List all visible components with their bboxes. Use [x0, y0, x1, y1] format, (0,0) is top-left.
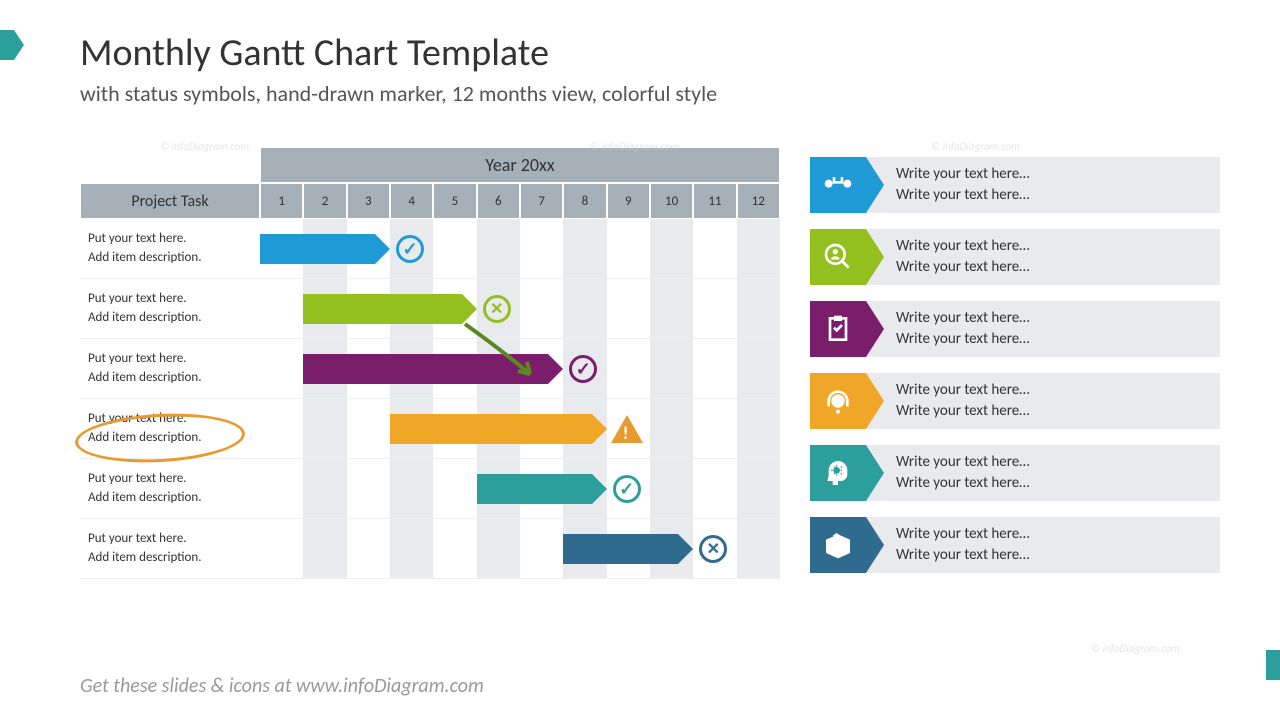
task-row: Put your text here.Add item description. — [80, 459, 780, 519]
month-cell: 6 — [477, 183, 520, 219]
status-warn-icon — [612, 414, 642, 444]
status-x-icon — [698, 534, 728, 564]
slide-title: Monthly Gantt Chart Template — [80, 30, 1220, 76]
month-cell: 1 — [260, 183, 303, 219]
status-check-icon — [612, 474, 642, 504]
watermark: © infoDiagram.com — [590, 140, 679, 153]
month-cell: 9 — [607, 183, 650, 219]
legend-item: Write your text here…Write your text her… — [810, 301, 1220, 357]
month-cell: 3 — [347, 183, 390, 219]
legend-line: Write your text here… — [896, 401, 1204, 422]
hand-drawn-arrow — [460, 319, 550, 394]
legend-line: Write your text here… — [896, 236, 1204, 257]
month-cell: 2 — [303, 183, 346, 219]
headset-icon — [810, 373, 866, 429]
legend: Write your text here…Write your text her… — [810, 157, 1220, 579]
gantt-chart: Project Task Year 20xx 123456789101112 P… — [80, 147, 780, 579]
legend-item: Write your text here…Write your text her… — [810, 517, 1220, 573]
year-header: Year 20xx — [260, 147, 780, 183]
watermark: © infoDiagram.com — [160, 140, 249, 153]
task-row: Put your text here.Add item description. — [80, 339, 780, 399]
legend-item: Write your text here…Write your text her… — [810, 229, 1220, 285]
task-label: Put your text here. — [88, 530, 252, 548]
legend-line: Write your text here… — [896, 185, 1204, 206]
task-desc: Add item description. — [88, 549, 252, 567]
legend-line: Write your text here… — [896, 164, 1204, 185]
month-cell: 7 — [520, 183, 563, 219]
legend-item: Write your text here…Write your text her… — [810, 445, 1220, 501]
task-desc: Add item description. — [88, 489, 252, 507]
legend-line: Write your text here… — [896, 380, 1204, 401]
task-row: Put your text here.Add item description. — [80, 399, 780, 459]
legend-line: Write your text here… — [896, 329, 1204, 350]
month-cell: 10 — [650, 183, 693, 219]
slide-subtitle: with status symbols, hand-drawn marker, … — [80, 80, 1220, 107]
task-row: Put your text here.Add item description. — [80, 279, 780, 339]
month-cell: 8 — [563, 183, 606, 219]
task-row: Put your text here.Add item description. — [80, 219, 780, 279]
watermark: © infoDiagram.com — [931, 140, 1020, 153]
gantt-bar — [390, 414, 592, 444]
month-cell: 12 — [737, 183, 780, 219]
legend-line: Write your text here… — [896, 545, 1204, 566]
legend-line: Write your text here… — [896, 452, 1204, 473]
legend-line: Write your text here… — [896, 308, 1204, 329]
legend-line: Write your text here… — [896, 524, 1204, 545]
footer-text: Get these slides & icons at www.infoDiag… — [80, 674, 484, 698]
legend-line: Write your text here… — [896, 257, 1204, 278]
gantt-bar — [563, 534, 678, 564]
task-row: Put your text here.Add item description. — [80, 519, 780, 579]
box-icon — [810, 517, 866, 573]
watermark: © infoDiagram.com — [1091, 642, 1180, 655]
accent-left — [0, 30, 14, 60]
month-cell: 11 — [693, 183, 736, 219]
month-cell: 4 — [390, 183, 433, 219]
status-check-icon — [395, 234, 425, 264]
task-label: Put your text here. — [88, 470, 252, 488]
status-check-icon — [568, 354, 598, 384]
magnify-user-icon — [810, 229, 866, 285]
legend-item: Write your text here…Write your text her… — [810, 157, 1220, 213]
gantt-bar — [477, 474, 592, 504]
gantt-bar — [303, 294, 461, 324]
head-gear-icon — [810, 445, 866, 501]
accent-right — [1266, 650, 1280, 680]
task-desc: Add item description. — [88, 309, 252, 327]
task-desc: Add item description. — [88, 369, 252, 387]
task-label: Put your text here. — [88, 350, 252, 368]
clipboard-icon — [810, 301, 866, 357]
task-header: Project Task — [80, 183, 260, 219]
gantt-bar — [260, 234, 375, 264]
task-label: Put your text here. — [88, 230, 252, 248]
task-desc: Add item description. — [88, 249, 252, 267]
legend-item: Write your text here…Write your text her… — [810, 373, 1220, 429]
task-label: Put your text here. — [88, 290, 252, 308]
legend-line: Write your text here… — [896, 473, 1204, 494]
binoculars-icon — [810, 157, 866, 213]
month-cell: 5 — [433, 183, 476, 219]
